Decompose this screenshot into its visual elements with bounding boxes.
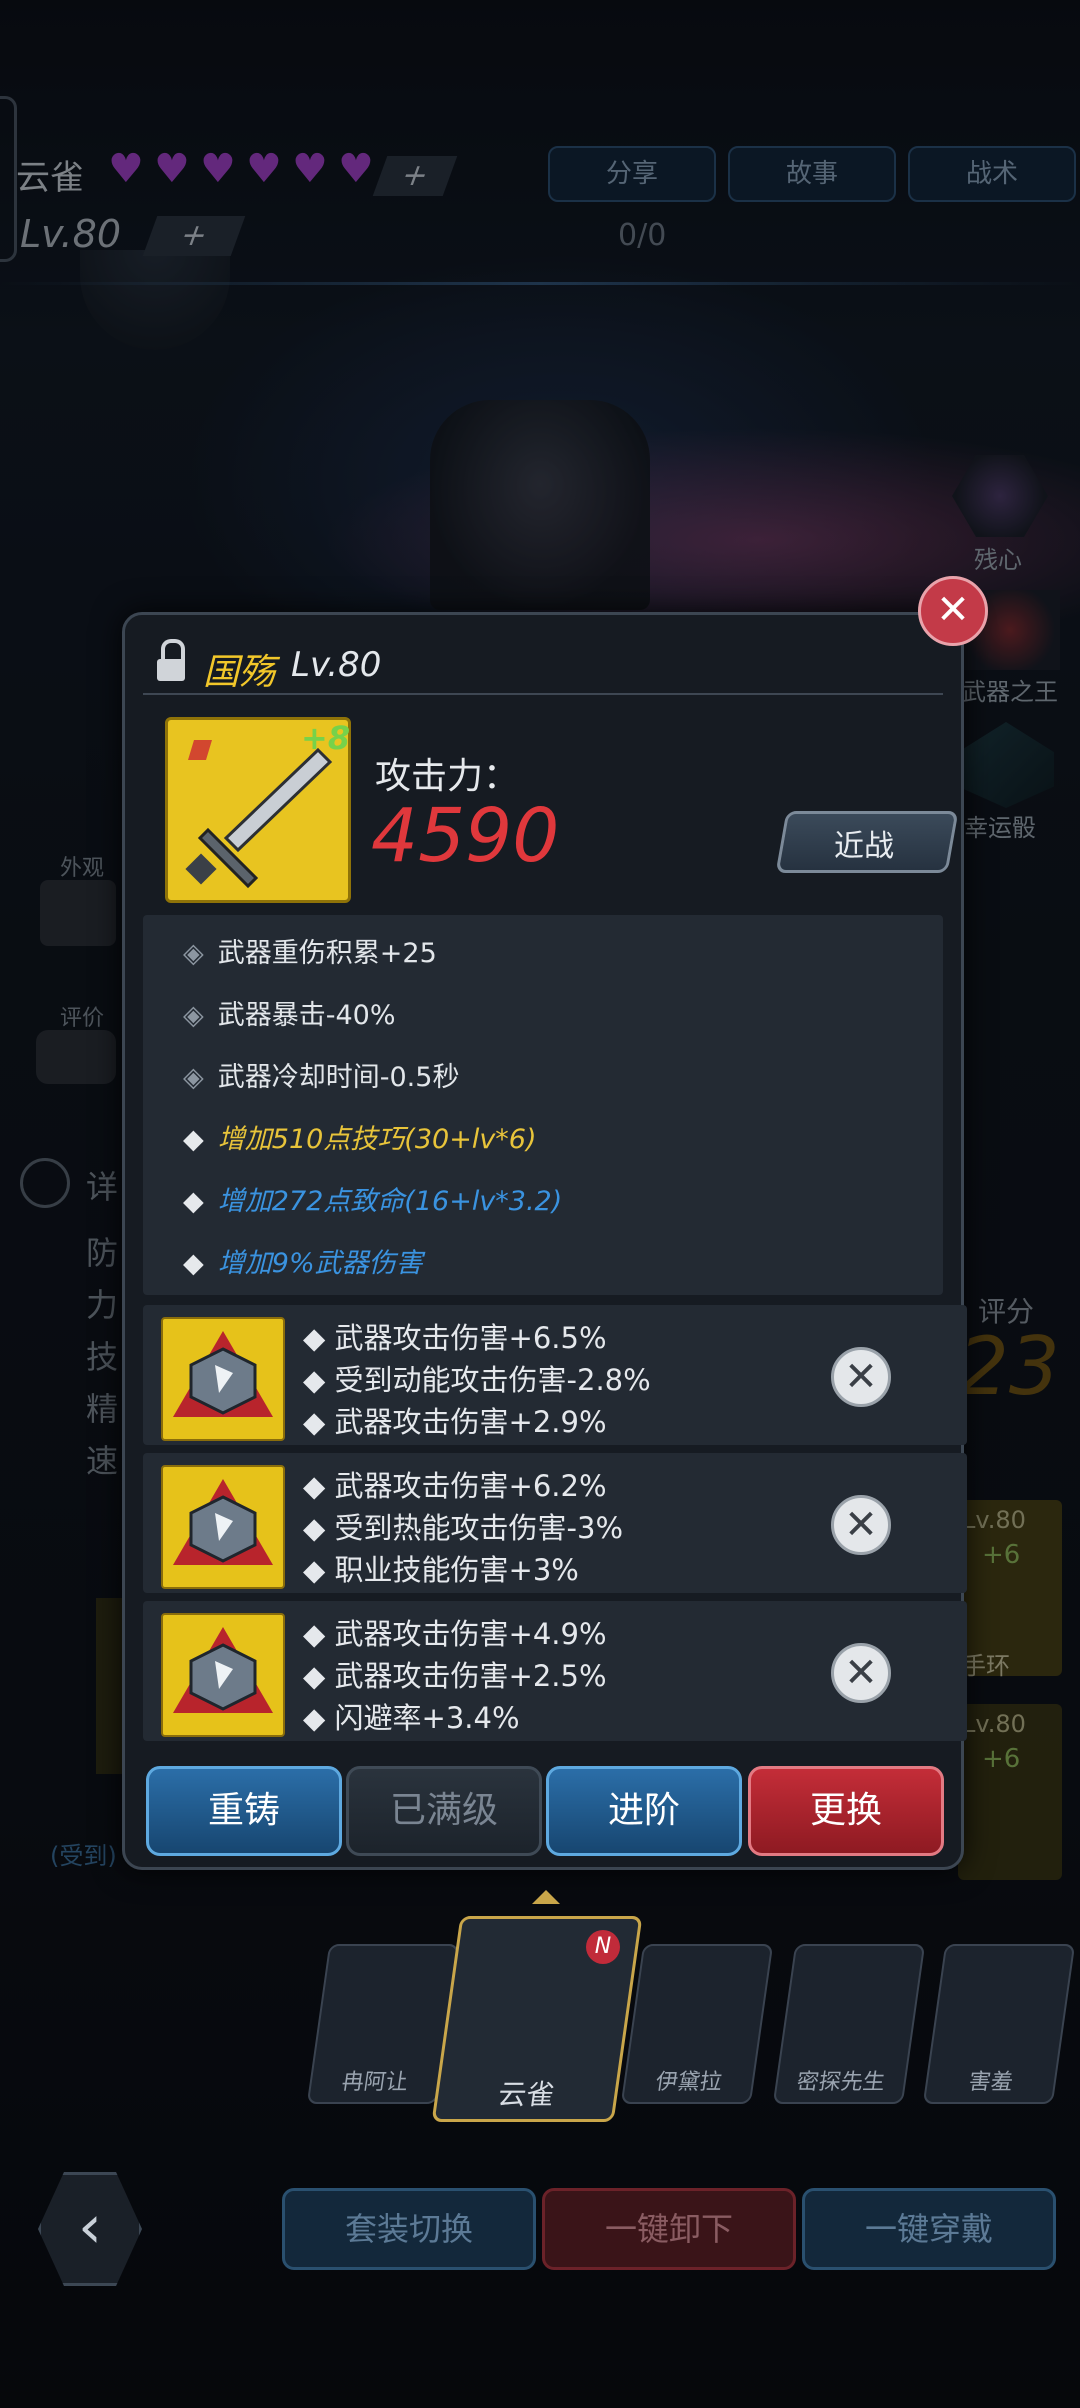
attribute-row: ◈ 武器重伤积累+25 [183,931,437,970]
hero-card[interactable]: 密探先生 [772,1944,926,2104]
attribute-row: ◆ 增加510点技巧(30+lv*6) [183,1117,537,1156]
attribute-row: ◈ 武器暴击-40% [183,993,396,1032]
attr-diamond-icon: ◈ [183,1062,204,1093]
gem-stat: ◆ 武器攻击伤害+6.2% [303,1469,607,1503]
attribute-row: ◈ 武器冷却时间-0.5秒 [183,1055,459,1094]
gem-icon[interactable] [161,1317,285,1441]
remove-gem-button[interactable]: ✕ [831,1495,891,1555]
attribute-row: ◆ 增加9%武器伤害 [183,1241,423,1280]
advance-button[interactable]: 进阶 [546,1766,742,1856]
lock-shackle [161,639,185,663]
suit-switch-button[interactable]: 套装切换 [282,2188,536,2270]
attack-value: 4590 [371,793,560,879]
hero-card[interactable]: 伊黛拉 [620,1944,774,2104]
carousel-arrow-icon [532,1890,560,1904]
hero-name: 伊黛拉 [654,2070,724,2095]
attribute-text: 武器重伤积累+25 [217,938,437,969]
remove-gem-button[interactable]: ✕ [831,1643,891,1703]
weapon-detail-modal: 国殇 Lv.80 +8 攻击力： 4590 近战 ◈ 武器重伤积累+25 ◈ 武器暴… [122,612,967,1870]
maxed-button: 已满级 [346,1766,542,1856]
gem-emblem-icon [173,1627,273,1713]
unequip-all-button[interactable]: 一键卸下 [542,2188,796,2270]
gem-slot: ◆ 武器攻击伤害+6.2% ◆ 受到热能攻击伤害-3% ◆ 职业技能伤害+3% … [143,1453,967,1593]
gem-stat: ◆ 受到动能攻击伤害-2.8% [303,1363,651,1397]
gem-emblem-icon [173,1331,273,1417]
weapon-type-label: 近战 [834,829,894,864]
hero-name: 冉阿让 [340,2070,410,2095]
gem-slot: ◆ 武器攻击伤害+4.9% ◆ 武器攻击伤害+2.5% ◆ 闪避率+3.4% ✕ [143,1601,967,1741]
new-badge-icon: N [586,1930,620,1964]
hero-name: 害羞 [967,2070,1015,2095]
replace-button[interactable]: 更换 [748,1766,944,1856]
enhance-level: +8 [301,719,351,757]
attack-label: 攻击力： [375,756,520,797]
hero-name: 密探先生 [795,2070,887,2095]
gem-stat: ◆ 武器攻击伤害+2.9% [303,1405,607,1439]
gem-stat: ◆ 闪避率+3.4% [303,1701,520,1735]
gem-stat: ◆ 武器攻击伤害+2.5% [303,1659,607,1693]
gem-stat: ◆ 武器攻击伤害+6.5% [303,1321,607,1355]
recast-button[interactable]: 重铸 [146,1766,342,1856]
attr-diamond-icon: ◆ [183,1124,204,1155]
attr-diamond-icon: ◈ [183,938,204,969]
title-divider [143,693,943,695]
gem-emblem-icon [173,1479,273,1565]
attributes-panel: ◈ 武器重伤积累+25 ◈ 武器暴击-40% ◈ 武器冷却时间-0.5秒 ◆ 增加510… [143,915,943,1295]
weapon-name: 国殇 [203,652,276,693]
gem-icon[interactable] [161,1613,285,1737]
attr-diamond-icon: ◆ [183,1248,204,1279]
attribute-text: 武器暴击-40% [217,1000,396,1031]
gem-stat: ◆ 受到热能攻击伤害-3% [303,1511,624,1545]
hero-name: 云雀 [496,2078,557,2111]
close-modal-button[interactable]: ✕ [918,576,988,646]
gem-icon[interactable] [161,1465,285,1589]
attr-diamond-icon: ◈ [183,1000,204,1031]
gem-stat: ◆ 职业技能伤害+3% [303,1553,579,1587]
attribute-text: 增加510点技巧(30+lv*6) [217,1124,537,1155]
attribute-row: ◆ 增加272点致命(16+lv*3.2) [183,1179,562,1218]
attribute-text: 增加272点致命(16+lv*3.2) [217,1186,563,1217]
attribute-text: 增加9%武器伤害 [217,1248,423,1279]
gem-slot: ◆ 武器攻击伤害+6.5% ◆ 受到动能攻击伤害-2.8% ◆ 武器攻击伤害+2… [143,1305,967,1445]
attribute-text: 武器冷却时间-0.5秒 [217,1062,460,1093]
weapon-level: Lv.80 [291,645,382,685]
equip-all-button[interactable]: 一键穿戴 [802,2188,1056,2270]
attr-diamond-icon: ◆ [183,1186,204,1217]
gem-stat: ◆ 武器攻击伤害+4.9% [303,1617,607,1651]
hero-card[interactable]: 害羞 [922,1944,1076,2104]
remove-gem-button[interactable]: ✕ [831,1347,891,1407]
